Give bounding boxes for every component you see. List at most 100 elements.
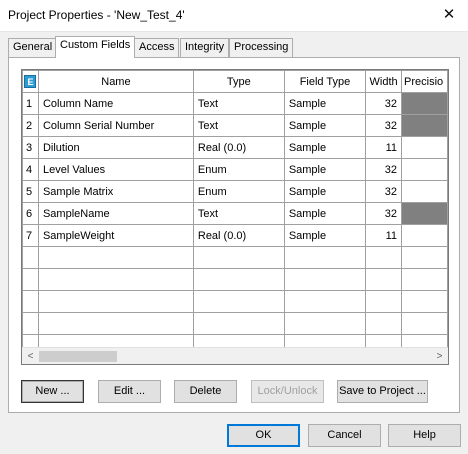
empty-cell[interactable] xyxy=(365,290,403,313)
cell-name[interactable]: Dilution xyxy=(37,136,194,159)
table-row[interactable]: 7 SampleWeight Real (0.0) Sample 11 xyxy=(22,224,448,247)
table-row[interactable]: 3 Dilution Real (0.0) Sample 11 xyxy=(22,136,448,159)
column-header-precision[interactable]: Precisio xyxy=(401,70,448,93)
select-all-corner[interactable]: E xyxy=(22,70,39,93)
cell-name[interactable]: Sample Matrix xyxy=(37,180,194,203)
cell-field-type[interactable]: Sample xyxy=(283,158,367,181)
tab-general[interactable]: General xyxy=(8,38,58,57)
row-number[interactable]: 6 xyxy=(22,202,39,225)
empty-cell[interactable] xyxy=(192,312,285,335)
cell-precision[interactable] xyxy=(401,158,448,181)
column-header-type[interactable]: Type xyxy=(192,70,285,93)
cell-name[interactable]: Column Name xyxy=(37,92,194,115)
cell-field-type[interactable]: Sample xyxy=(283,224,367,247)
column-header-field-type[interactable]: Field Type xyxy=(283,70,367,93)
cell-type[interactable]: Real (0.0) xyxy=(192,224,285,247)
empty-cell[interactable] xyxy=(283,290,367,313)
cell-field-type[interactable]: Sample xyxy=(283,180,367,203)
cell-width[interactable]: 11 xyxy=(365,224,403,247)
cell-type[interactable]: Enum xyxy=(192,158,285,181)
tab-custom-fields[interactable]: Custom Fields xyxy=(55,36,136,58)
empty-cell[interactable] xyxy=(22,312,39,335)
empty-cell[interactable] xyxy=(401,290,448,313)
cell-width[interactable]: 32 xyxy=(365,180,403,203)
row-number[interactable]: 5 xyxy=(22,180,39,203)
table-row[interactable]: 4 Level Values Enum Sample 32 xyxy=(22,158,448,181)
table-row[interactable]: 2 Column Serial Number Text Sample 32 xyxy=(22,114,448,137)
row-number[interactable]: 2 xyxy=(22,114,39,137)
empty-cell[interactable] xyxy=(401,312,448,335)
close-icon[interactable]: ✕ xyxy=(436,3,462,27)
column-header-width[interactable]: Width xyxy=(365,70,403,93)
cell-name[interactable]: SampleName xyxy=(37,202,194,225)
cell-field-type[interactable]: Sample xyxy=(283,114,367,137)
tab-integrity[interactable]: Integrity xyxy=(180,38,230,57)
empty-cell[interactable] xyxy=(22,268,39,291)
empty-cell[interactable] xyxy=(37,246,194,269)
empty-row[interactable] xyxy=(22,246,448,269)
cell-width[interactable]: 11 xyxy=(365,136,403,159)
cancel-button[interactable]: Cancel xyxy=(308,424,381,447)
empty-cell[interactable] xyxy=(401,268,448,291)
ok-button[interactable]: OK xyxy=(227,424,300,447)
cell-width[interactable]: 32 xyxy=(365,202,403,225)
cell-name[interactable]: Level Values xyxy=(37,158,194,181)
cell-width[interactable]: 32 xyxy=(365,114,403,137)
new-button[interactable]: New ... xyxy=(21,380,84,403)
cell-name[interactable]: SampleWeight xyxy=(37,224,194,247)
empty-row[interactable] xyxy=(22,268,448,291)
empty-row[interactable] xyxy=(22,312,448,335)
edit-button[interactable]: Edit ... xyxy=(98,380,161,403)
empty-cell[interactable] xyxy=(192,268,285,291)
delete-button[interactable]: Delete xyxy=(174,380,237,403)
row-number[interactable]: 1 xyxy=(22,92,39,115)
scroll-right-icon[interactable]: > xyxy=(431,348,448,364)
empty-cell[interactable] xyxy=(283,268,367,291)
empty-cell[interactable] xyxy=(22,290,39,313)
empty-cell[interactable] xyxy=(37,312,194,335)
save-to-project-button[interactable]: Save to Project ... xyxy=(337,380,428,403)
help-button[interactable]: Help xyxy=(388,424,461,447)
cell-field-type[interactable]: Sample xyxy=(283,202,367,225)
cell-precision[interactable] xyxy=(401,180,448,203)
cell-precision[interactable] xyxy=(401,92,448,115)
row-number[interactable]: 7 xyxy=(22,224,39,247)
row-number[interactable]: 4 xyxy=(22,158,39,181)
empty-cell[interactable] xyxy=(365,268,403,291)
tab-processing[interactable]: Processing xyxy=(229,38,294,57)
cell-field-type[interactable]: Sample xyxy=(283,92,367,115)
cell-precision[interactable] xyxy=(401,114,448,137)
cell-precision[interactable] xyxy=(401,224,448,247)
cell-name[interactable]: Column Serial Number xyxy=(37,114,194,137)
cell-type[interactable]: Text xyxy=(192,92,285,115)
lock-unlock-button[interactable]: Lock/Unlock xyxy=(251,380,324,403)
empty-cell[interactable] xyxy=(365,246,403,269)
row-number[interactable]: 3 xyxy=(22,136,39,159)
table-row[interactable]: 6 SampleName Text Sample 32 xyxy=(22,202,448,225)
custom-fields-grid[interactable]: E Name Type Field Type Width Precisio 1C… xyxy=(21,69,449,365)
cell-type[interactable]: Enum xyxy=(192,180,285,203)
cell-type[interactable]: Text xyxy=(192,202,285,225)
empty-cell[interactable] xyxy=(192,290,285,313)
cell-type[interactable]: Text xyxy=(192,114,285,137)
empty-cell[interactable] xyxy=(22,246,39,269)
cell-precision[interactable] xyxy=(401,136,448,159)
scrollbar-thumb[interactable] xyxy=(39,351,117,362)
cell-field-type[interactable]: Sample xyxy=(283,136,367,159)
empty-cell[interactable] xyxy=(283,312,367,335)
scroll-left-icon[interactable]: < xyxy=(22,348,39,364)
empty-cell[interactable] xyxy=(37,290,194,313)
cell-precision[interactable] xyxy=(401,202,448,225)
empty-row[interactable] xyxy=(22,290,448,313)
empty-cell[interactable] xyxy=(365,312,403,335)
empty-cell[interactable] xyxy=(37,268,194,291)
cell-width[interactable]: 32 xyxy=(365,92,403,115)
cell-width[interactable]: 32 xyxy=(365,158,403,181)
empty-cell[interactable] xyxy=(283,246,367,269)
cell-type[interactable]: Real (0.0) xyxy=(192,136,285,159)
empty-cell[interactable] xyxy=(192,246,285,269)
tab-access[interactable]: Access xyxy=(134,38,180,57)
table-row[interactable]: 5 Sample Matrix Enum Sample 32 xyxy=(22,180,448,203)
column-header-name[interactable]: Name xyxy=(37,70,194,93)
empty-cell[interactable] xyxy=(401,246,448,269)
